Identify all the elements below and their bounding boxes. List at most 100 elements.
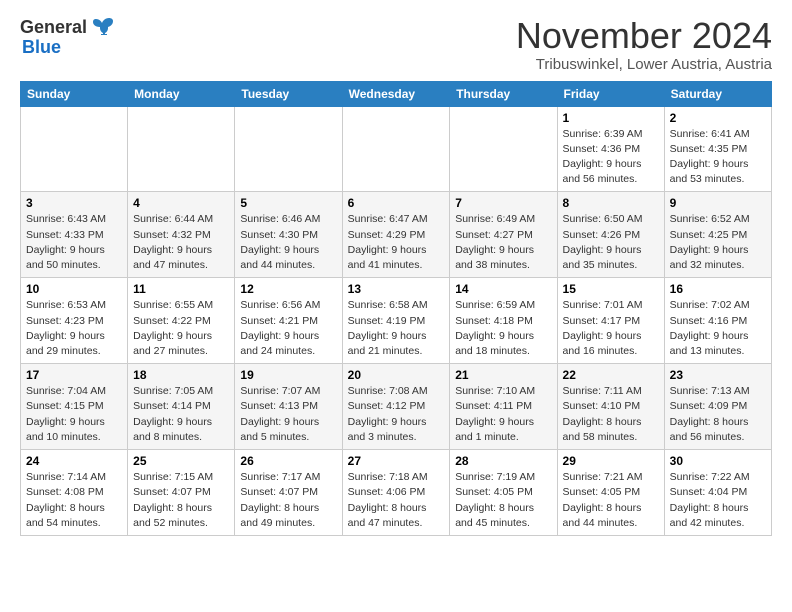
day-info: Sunrise: 6:52 AM Sunset: 4:25 PM Dayligh… (670, 212, 766, 273)
logo-blue-text: Blue (20, 38, 61, 56)
calendar-cell: 22 Sunrise: 7:11 AM Sunset: 4:10 PM Dayli… (557, 364, 664, 450)
calendar-header-row: SundayMondayTuesdayWednesdayThursdayFrid… (21, 81, 772, 106)
calendar-cell (342, 106, 450, 192)
location-title: Tribuswinkel, Lower Austria, Austria (516, 56, 772, 73)
day-number: 9 (670, 196, 766, 210)
calendar-table: SundayMondayTuesdayWednesdayThursdayFrid… (20, 81, 772, 536)
col-header-friday: Friday (557, 81, 664, 106)
day-number: 29 (563, 454, 659, 468)
day-info: Sunrise: 7:13 AM Sunset: 4:09 PM Dayligh… (670, 384, 766, 445)
day-info: Sunrise: 7:18 AM Sunset: 4:06 PM Dayligh… (348, 470, 445, 531)
calendar-cell: 19Sunrise: 7:07 AM Sunset: 4:13 PM Dayli… (235, 364, 342, 450)
page-header: General Blue November 2024 Tribuswinkel,… (20, 16, 772, 73)
day-number: 7 (455, 196, 551, 210)
day-info: Sunrise: 7:17 AM Sunset: 4:07 PM Dayligh… (240, 470, 336, 531)
calendar-cell: 5 Sunrise: 6:46 AM Sunset: 4:30 PM Daylig… (235, 192, 342, 278)
day-info: Sunrise: 7:19 AM Sunset: 4:05 PM Dayligh… (455, 470, 551, 531)
day-number: 11 (133, 282, 229, 296)
day-number: 14 (455, 282, 551, 296)
day-number: 16 (670, 282, 766, 296)
col-header-tuesday: Tuesday (235, 81, 342, 106)
day-number: 5 (240, 196, 336, 210)
calendar-cell: 17Sunrise: 7:04 AM Sunset: 4:15 PM Dayli… (21, 364, 128, 450)
day-number: 3 (26, 196, 122, 210)
day-number: 26 (240, 454, 336, 468)
day-info: Sunrise: 7:08 AM Sunset: 4:12 PM Dayligh… (348, 384, 445, 445)
col-header-thursday: Thursday (450, 81, 557, 106)
calendar-cell: 11Sunrise: 6:55 AM Sunset: 4:22 PM Dayli… (128, 278, 235, 364)
calendar-cell: 12 Sunrise: 6:56 AM Sunset: 4:21 PM Dayli… (235, 278, 342, 364)
day-number: 10 (26, 282, 122, 296)
title-block: November 2024 Tribuswinkel, Lower Austri… (516, 16, 772, 73)
day-number: 24 (26, 454, 122, 468)
day-info: Sunrise: 7:02 AM Sunset: 4:16 PM Dayligh… (670, 298, 766, 359)
col-header-sunday: Sunday (21, 81, 128, 106)
day-info: Sunrise: 7:01 AM Sunset: 4:17 PM Dayligh… (563, 298, 659, 359)
day-number: 15 (563, 282, 659, 296)
day-info: Sunrise: 6:58 AM Sunset: 4:19 PM Dayligh… (348, 298, 445, 359)
col-header-monday: Monday (128, 81, 235, 106)
calendar-cell: 7 Sunrise: 6:49 AM Sunset: 4:27 PM Daylig… (450, 192, 557, 278)
day-number: 28 (455, 454, 551, 468)
calendar-cell (21, 106, 128, 192)
calendar-cell: 1 Sunrise: 6:39 AM Sunset: 4:36 PM Daylig… (557, 106, 664, 192)
calendar-cell: 14 Sunrise: 6:59 AM Sunset: 4:18 PM Dayli… (450, 278, 557, 364)
day-number: 1 (563, 111, 659, 125)
logo-bird-icon (91, 14, 115, 38)
logo-general-text: General (20, 18, 87, 36)
day-info: Sunrise: 6:44 AM Sunset: 4:32 PM Dayligh… (133, 212, 229, 273)
day-info: Sunrise: 6:53 AM Sunset: 4:23 PM Dayligh… (26, 298, 122, 359)
calendar-cell: 23Sunrise: 7:13 AM Sunset: 4:09 PM Dayli… (664, 364, 771, 450)
day-number: 21 (455, 368, 551, 382)
calendar-cell: 13 Sunrise: 6:58 AM Sunset: 4:19 PM Dayli… (342, 278, 450, 364)
day-number: 13 (348, 282, 445, 296)
day-info: Sunrise: 6:50 AM Sunset: 4:26 PM Dayligh… (563, 212, 659, 273)
calendar-cell: 3 Sunrise: 6:43 AM Sunset: 4:33 PM Daylig… (21, 192, 128, 278)
calendar-week-4: 24 Sunrise: 7:14 AM Sunset: 4:08 PM Dayli… (21, 450, 772, 536)
day-number: 4 (133, 196, 229, 210)
calendar-cell: 9 Sunrise: 6:52 AM Sunset: 4:25 PM Daylig… (664, 192, 771, 278)
logo: General Blue (20, 16, 115, 56)
calendar-week-3: 17Sunrise: 7:04 AM Sunset: 4:15 PM Dayli… (21, 364, 772, 450)
calendar-cell (128, 106, 235, 192)
day-number: 22 (563, 368, 659, 382)
day-number: 27 (348, 454, 445, 468)
calendar-week-0: 1 Sunrise: 6:39 AM Sunset: 4:36 PM Daylig… (21, 106, 772, 192)
day-number: 6 (348, 196, 445, 210)
day-info: Sunrise: 7:14 AM Sunset: 4:08 PM Dayligh… (26, 470, 122, 531)
day-number: 8 (563, 196, 659, 210)
calendar-cell: 24 Sunrise: 7:14 AM Sunset: 4:08 PM Dayli… (21, 450, 128, 536)
day-number: 18 (133, 368, 229, 382)
day-info: Sunrise: 6:43 AM Sunset: 4:33 PM Dayligh… (26, 212, 122, 273)
calendar-cell: 25Sunrise: 7:15 AM Sunset: 4:07 PM Dayli… (128, 450, 235, 536)
day-info: Sunrise: 6:41 AM Sunset: 4:35 PM Dayligh… (670, 127, 766, 188)
day-info: Sunrise: 6:49 AM Sunset: 4:27 PM Dayligh… (455, 212, 551, 273)
calendar-cell: 20Sunrise: 7:08 AM Sunset: 4:12 PM Dayli… (342, 364, 450, 450)
day-number: 30 (670, 454, 766, 468)
calendar-cell: 2Sunrise: 6:41 AM Sunset: 4:35 PM Daylig… (664, 106, 771, 192)
calendar-cell: 15 Sunrise: 7:01 AM Sunset: 4:17 PM Dayli… (557, 278, 664, 364)
day-info: Sunrise: 6:46 AM Sunset: 4:30 PM Dayligh… (240, 212, 336, 273)
col-header-wednesday: Wednesday (342, 81, 450, 106)
calendar-cell (235, 106, 342, 192)
day-info: Sunrise: 6:59 AM Sunset: 4:18 PM Dayligh… (455, 298, 551, 359)
day-info: Sunrise: 6:56 AM Sunset: 4:21 PM Dayligh… (240, 298, 336, 359)
day-info: Sunrise: 7:11 AM Sunset: 4:10 PM Dayligh… (563, 384, 659, 445)
calendar-cell: 28 Sunrise: 7:19 AM Sunset: 4:05 PM Dayli… (450, 450, 557, 536)
calendar-cell: 26 Sunrise: 7:17 AM Sunset: 4:07 PM Dayli… (235, 450, 342, 536)
day-info: Sunrise: 7:10 AM Sunset: 4:11 PM Dayligh… (455, 384, 551, 445)
calendar-week-1: 3 Sunrise: 6:43 AM Sunset: 4:33 PM Daylig… (21, 192, 772, 278)
calendar-cell: 6Sunrise: 6:47 AM Sunset: 4:29 PM Daylig… (342, 192, 450, 278)
calendar-cell: 16 Sunrise: 7:02 AM Sunset: 4:16 PM Dayli… (664, 278, 771, 364)
day-info: Sunrise: 7:22 AM Sunset: 4:04 PM Dayligh… (670, 470, 766, 531)
calendar-cell: 4 Sunrise: 6:44 AM Sunset: 4:32 PM Daylig… (128, 192, 235, 278)
day-number: 12 (240, 282, 336, 296)
day-info: Sunrise: 7:07 AM Sunset: 4:13 PM Dayligh… (240, 384, 336, 445)
calendar-cell: 8 Sunrise: 6:50 AM Sunset: 4:26 PM Daylig… (557, 192, 664, 278)
month-title: November 2024 (516, 16, 772, 56)
calendar-cell: 10 Sunrise: 6:53 AM Sunset: 4:23 PM Dayli… (21, 278, 128, 364)
calendar-body: 1 Sunrise: 6:39 AM Sunset: 4:36 PM Daylig… (21, 106, 772, 535)
day-info: Sunrise: 7:15 AM Sunset: 4:07 PM Dayligh… (133, 470, 229, 531)
calendar-cell: 21 Sunrise: 7:10 AM Sunset: 4:11 PM Dayli… (450, 364, 557, 450)
day-info: Sunrise: 6:39 AM Sunset: 4:36 PM Dayligh… (563, 127, 659, 188)
